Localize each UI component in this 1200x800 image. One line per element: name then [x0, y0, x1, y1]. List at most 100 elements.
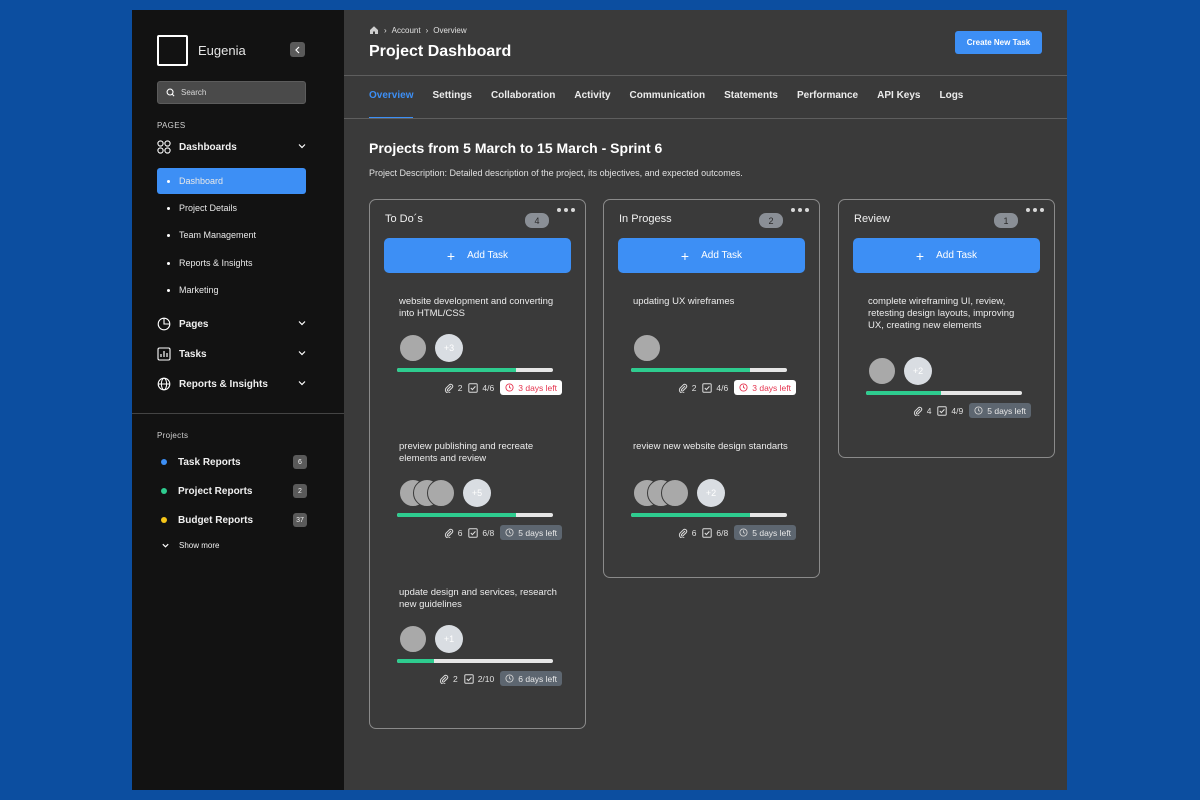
breadcrumb-overview[interactable]: Overview — [433, 26, 466, 35]
nav-group-pages[interactable]: Pages — [157, 316, 307, 332]
clock-icon — [505, 674, 514, 683]
attachments-value: 2 — [452, 673, 458, 684]
paperclip-icon — [444, 528, 453, 538]
sidebar-item-marketing[interactable]: Marketing — [157, 277, 306, 303]
tab-performance[interactable]: Performance — [797, 90, 858, 119]
count-badge: 6 — [293, 455, 307, 469]
sidebar-item-reports-insights[interactable]: Reports & Insights — [157, 250, 306, 276]
avatar — [399, 625, 427, 653]
brand: Eugenia — [157, 35, 246, 66]
sidebar-divider — [132, 413, 344, 414]
chevron-down-icon — [298, 144, 306, 149]
search-box[interactable] — [157, 81, 306, 104]
page-title: Project Dashboard — [369, 43, 512, 60]
column-title: Review — [854, 213, 891, 225]
sidebar-item-label: Marketing — [179, 285, 219, 295]
tab-activity[interactable]: Activity — [574, 90, 610, 119]
home-icon[interactable] — [369, 25, 379, 35]
bullet-icon — [167, 206, 170, 210]
bullet-icon — [167, 288, 170, 292]
project-item-task-reports[interactable]: Task Reports 6 — [161, 454, 307, 470]
more-options-icon[interactable] — [557, 208, 575, 212]
tab-bar: Overview Settings Collaboration Activity… — [369, 90, 982, 119]
paperclip-icon — [913, 406, 922, 416]
tab-statements[interactable]: Statements — [724, 90, 778, 119]
progress-bar — [631, 513, 787, 517]
tab-communication[interactable]: Communication — [630, 90, 706, 119]
attachments-count: 6 — [444, 527, 463, 538]
nav-group-dashboards[interactable]: Dashboards — [157, 139, 307, 155]
checkbox-icon — [464, 673, 474, 684]
bar-chart-icon — [157, 347, 171, 361]
column-count-badge: 2 — [759, 213, 783, 228]
checklist-count: 4/6 — [702, 383, 728, 393]
checklist-value: 6/8 — [716, 527, 729, 538]
search-input[interactable] — [181, 88, 291, 97]
tabs-divider — [344, 118, 1067, 119]
add-task-button[interactable]: + Add Task — [384, 238, 571, 273]
tab-collaboration[interactable]: Collaboration — [491, 90, 555, 119]
paperclip-icon — [678, 383, 687, 393]
chevron-down-icon — [298, 321, 306, 326]
add-task-label: Add Task — [936, 250, 978, 261]
more-options-icon[interactable] — [1026, 208, 1044, 212]
progress-bar — [397, 513, 553, 517]
attachments-value: 6 — [457, 527, 463, 538]
main-content: › Account › Overview Project Dashboard C… — [344, 10, 1067, 790]
tab-api-keys[interactable]: API Keys — [877, 90, 920, 119]
project-item-budget-reports[interactable]: Budget Reports 37 — [161, 512, 307, 528]
sidebar: Eugenia PAGES Dashboards Dashboard Proje… — [132, 10, 344, 790]
sidebar-item-team-management[interactable]: Team Management — [157, 222, 306, 248]
add-task-button[interactable]: + Add Task — [618, 238, 805, 273]
clock-icon — [505, 383, 514, 392]
nav-group-tasks[interactable]: Tasks — [157, 346, 307, 362]
progress-fill — [631, 513, 750, 517]
checkbox-icon — [937, 405, 948, 416]
pages-section-label: PAGES — [157, 121, 186, 130]
app-window: Eugenia PAGES Dashboards Dashboard Proje… — [132, 10, 1067, 790]
assignee-avatars: +5 — [399, 479, 491, 507]
due-date-value: 6 days left — [518, 673, 557, 684]
chevron-right-icon: › — [384, 25, 387, 35]
due-date-badge: 5 days left — [734, 525, 796, 540]
progress-bar — [397, 659, 553, 663]
tab-logs[interactable]: Logs — [939, 90, 963, 119]
bullet-icon — [167, 233, 170, 237]
show-more-button[interactable]: Show more — [161, 541, 219, 550]
sidebar-item-label: Reports & Insights — [179, 258, 253, 268]
attachments-count: 2 — [439, 674, 458, 684]
avatar — [661, 479, 689, 507]
clock-icon — [739, 528, 748, 537]
task-meta: 2 4/6 3 days left — [678, 380, 796, 395]
progress-fill — [397, 659, 435, 663]
progress-fill — [866, 391, 941, 395]
sidebar-item-dashboard[interactable]: Dashboard — [157, 168, 306, 194]
more-options-icon[interactable] — [791, 208, 809, 212]
column-count-badge: 1 — [994, 213, 1018, 228]
attachments-value: 2 — [457, 382, 463, 393]
create-new-task-button[interactable]: Create New Task — [955, 31, 1042, 54]
due-date-value: 5 days left — [752, 527, 791, 538]
breadcrumb-account[interactable]: Account — [392, 26, 421, 35]
sprint-title: Projects from 5 March to 15 March - Spri… — [369, 140, 663, 156]
task-title: preview publishing and recreate elements… — [399, 441, 534, 464]
attachments-value: 4 — [926, 405, 932, 416]
project-item-project-reports[interactable]: Project Reports 2 — [161, 483, 307, 499]
add-task-button[interactable]: + Add Task — [853, 238, 1040, 273]
attachments-count: 2 — [444, 382, 463, 393]
collapse-sidebar-button[interactable] — [290, 42, 305, 57]
sidebar-item-project-details[interactable]: Project Details — [157, 195, 306, 221]
due-date-value: 3 days left — [518, 382, 557, 393]
nav-group-label: Tasks — [179, 348, 207, 360]
progress-bar — [866, 391, 1022, 395]
add-task-label: Add Task — [467, 250, 509, 261]
checklist-value: 4/6 — [716, 382, 729, 393]
project-description: Project Description: Detailed descriptio… — [369, 168, 743, 178]
nav-group-reports[interactable]: Reports & Insights — [157, 376, 307, 392]
tab-overview[interactable]: Overview — [369, 90, 414, 119]
status-dot — [161, 488, 167, 494]
sidebar-item-label: Team Management — [179, 230, 257, 240]
tab-settings[interactable]: Settings — [432, 90, 471, 119]
due-date-badge: 3 days left — [734, 380, 796, 395]
assignee-avatars — [633, 334, 661, 362]
